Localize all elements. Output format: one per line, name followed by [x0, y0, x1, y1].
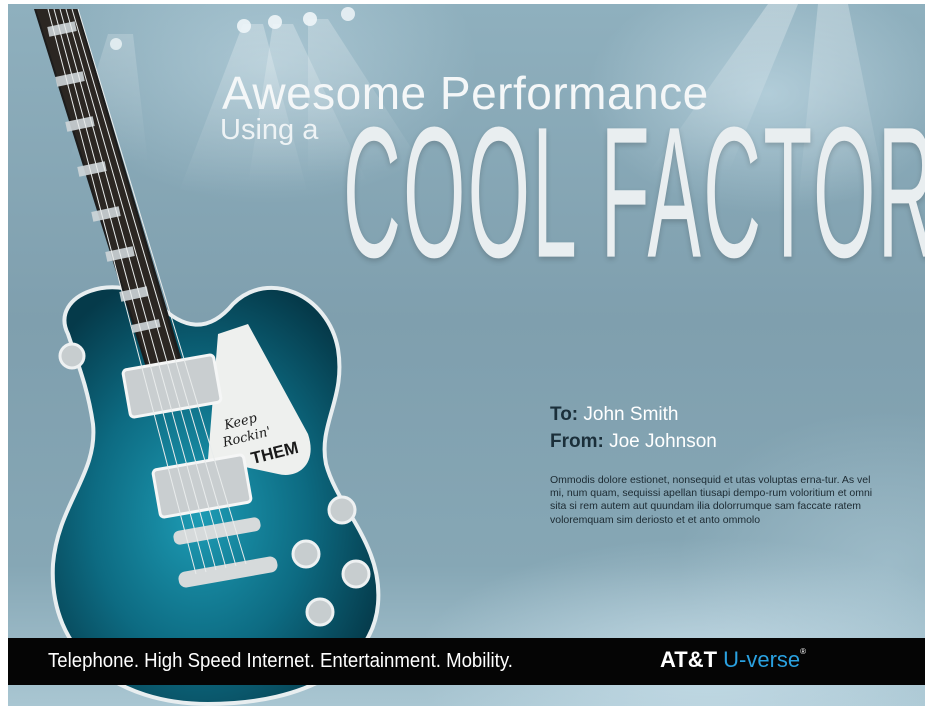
footer-tagline: Telephone. High Speed Internet. Entertai…: [48, 650, 513, 672]
address-block: To: John Smith From: Joe Johnson: [550, 404, 717, 458]
brand-att: AT&T: [660, 647, 718, 672]
from-value: Joe Johnson: [609, 431, 717, 452]
from-line: From: Joe Johnson: [550, 431, 717, 458]
greeting-card: Awesome Performance Using a COOL FACTOR: [8, 4, 925, 706]
to-label: To:: [550, 404, 579, 425]
to-line: To: John Smith: [550, 404, 717, 431]
footer-bar: Telephone. High Speed Internet. Entertai…: [8, 638, 925, 685]
from-label: From:: [550, 431, 604, 452]
guitar-illustration: Keep Rockin' THEM: [34, 8, 381, 706]
brand-registered-mark: ®: [800, 647, 807, 656]
brand-uverse: U-verse: [723, 647, 801, 672]
message-body: Ommodis dolore estionet, nonsequid et ut…: [550, 474, 873, 526]
to-value: John Smith: [583, 404, 679, 425]
att-uverse-logo: AT&T U-verse®: [660, 647, 806, 673]
